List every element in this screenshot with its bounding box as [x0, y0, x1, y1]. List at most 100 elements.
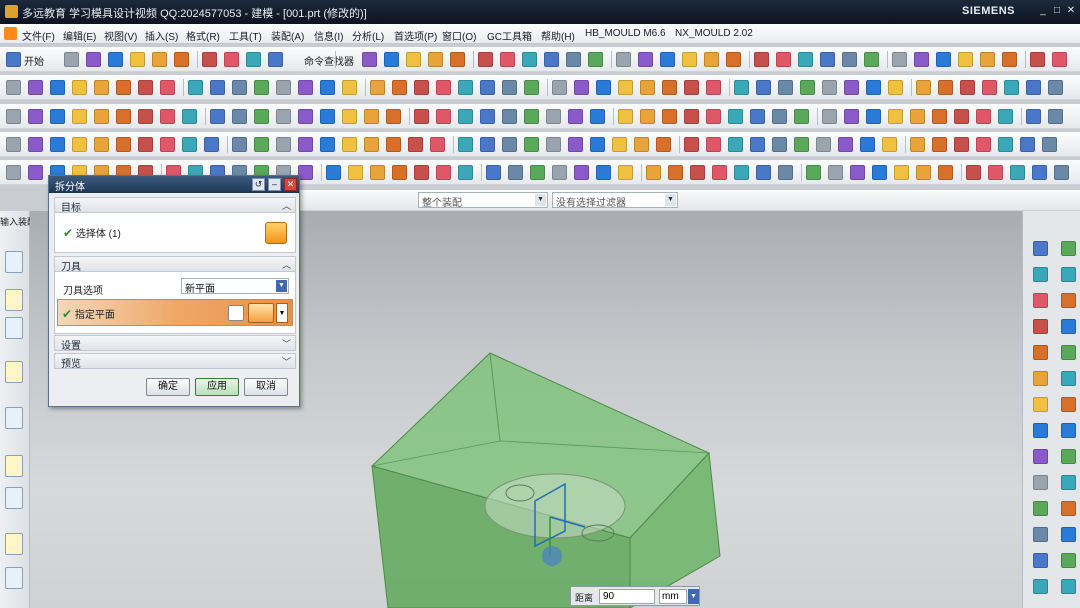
toolbar-tool-icon[interactable] [480, 109, 495, 124]
toolbar-tool-icon[interactable] [414, 80, 429, 95]
toolbar-tool-icon[interactable] [298, 109, 313, 124]
toolbar-tool-icon[interactable] [480, 137, 495, 152]
toolbar-tool-icon[interactable] [386, 109, 401, 124]
toolbar-tool-icon[interactable] [842, 52, 857, 67]
mold-tool-icon[interactable] [1033, 293, 1048, 308]
toolbar-tool-icon[interactable] [574, 80, 589, 95]
toolbar-tool-icon[interactable] [756, 165, 771, 180]
mold-tool-icon[interactable] [1061, 371, 1076, 386]
mold-tool-icon[interactable] [1061, 553, 1076, 568]
toolbar-tool-icon[interactable] [386, 137, 401, 152]
command-finder-label[interactable]: 命令查找器 [304, 53, 354, 68]
toolbar-tool-icon[interactable] [502, 109, 517, 124]
chevron-down-icon[interactable]: ▼ [276, 280, 287, 292]
mold-tool-icon[interactable] [1033, 579, 1048, 594]
toolbar-tool-icon[interactable] [406, 52, 421, 67]
toolbar-tool-icon[interactable] [794, 137, 809, 152]
tool-option-dropdown[interactable]: 新平面 ▼ [181, 278, 289, 295]
tool-section-header[interactable]: 刀具 ︿ [54, 256, 296, 273]
toolbar-tool-icon[interactable] [662, 80, 677, 95]
toolbar-tool-icon[interactable] [522, 52, 537, 67]
toolbar-tool-icon[interactable] [618, 109, 633, 124]
toolbar-tool-icon[interactable] [414, 165, 429, 180]
mold-tool-icon[interactable] [1033, 501, 1048, 516]
toolbar-tool-icon[interactable] [998, 109, 1013, 124]
toolbar-tool-icon[interactable] [28, 137, 43, 152]
toolbar-tool-icon[interactable] [596, 80, 611, 95]
toolbar-tool-icon[interactable] [116, 80, 131, 95]
menu-hb-mould[interactable]: HB_MOULD M6.6 [585, 28, 666, 39]
toolbar-tool-icon[interactable] [524, 80, 539, 95]
toolbar-tool-icon[interactable] [6, 80, 21, 95]
navigator-tab-icon[interactable] [5, 289, 23, 311]
toolbar-tool-icon[interactable] [866, 109, 881, 124]
toolbar-tool-icon[interactable] [6, 137, 21, 152]
chevron-down-icon[interactable]: ﹀ [282, 355, 291, 368]
filter-combo[interactable]: 整个装配 ▼ [418, 192, 548, 209]
toolbar-tool-icon[interactable] [160, 109, 175, 124]
toolbar-tool-icon[interactable] [706, 137, 721, 152]
toolbar-tool-icon[interactable] [916, 80, 931, 95]
toolbar-tool-icon[interactable] [756, 80, 771, 95]
mold-tool-icon[interactable] [1033, 397, 1048, 412]
chevron-up-icon[interactable]: ︿ [282, 199, 291, 212]
toolbar-tool-icon[interactable] [1026, 80, 1041, 95]
toolbar-tool-icon[interactable] [298, 165, 313, 180]
mold-tool-icon[interactable] [1061, 449, 1076, 464]
mold-tool-icon[interactable] [1061, 397, 1076, 412]
toolbar-tool-icon[interactable] [28, 165, 43, 180]
chevron-down-icon[interactable]: ﹀ [282, 337, 291, 350]
toolbar-tool-icon[interactable] [210, 80, 225, 95]
toolbar-tool-icon[interactable] [130, 52, 145, 67]
toolbar-tool-icon[interactable] [232, 109, 247, 124]
toolbar-tool-icon[interactable] [116, 137, 131, 152]
toolbar-tool-icon[interactable] [428, 52, 443, 67]
toolbar-tool-icon[interactable] [684, 109, 699, 124]
toolbar-tool-icon[interactable] [820, 52, 835, 67]
toolbar-tool-icon[interactable] [728, 109, 743, 124]
chevron-down-icon[interactable]: ▼ [535, 194, 546, 206]
toolbar-tool-icon[interactable] [1030, 52, 1045, 67]
toolbar-tool-icon[interactable] [232, 80, 247, 95]
toolbar-tool-icon[interactable] [638, 52, 653, 67]
mold-tool-icon[interactable] [1061, 475, 1076, 490]
toolbar-tool-icon[interactable] [436, 109, 451, 124]
mold-tool-icon[interactable] [1061, 267, 1076, 282]
toolbar-tool-icon[interactable] [932, 137, 947, 152]
toolbar-tool-icon[interactable] [1054, 165, 1069, 180]
mold-part[interactable] [484, 473, 626, 539]
toolbar-tool-icon[interactable] [160, 137, 175, 152]
toolbar-tool-icon[interactable] [72, 137, 87, 152]
start-icon[interactable] [6, 52, 21, 67]
toolbar-tool-icon[interactable] [864, 52, 879, 67]
toolbar-tool-icon[interactable] [778, 80, 793, 95]
reset-icon[interactable]: ↺ [252, 178, 265, 191]
toolbar-tool-icon[interactable] [6, 165, 21, 180]
toolbar-tool-icon[interactable] [392, 165, 407, 180]
toolbar-tool-icon[interactable] [936, 52, 951, 67]
toolbar-tool-icon[interactable] [932, 109, 947, 124]
toolbar-tool-icon[interactable] [450, 52, 465, 67]
toolbar-tool-icon[interactable] [364, 109, 379, 124]
toolbar-tool-icon[interactable] [1048, 109, 1063, 124]
mold-tool-icon[interactable] [1033, 553, 1048, 568]
toolbar-tool-icon[interactable] [776, 52, 791, 67]
toolbar-tool-icon[interactable] [866, 80, 881, 95]
toolbar-tool-icon[interactable] [682, 52, 697, 67]
toolbar-tool-icon[interactable] [298, 80, 313, 95]
toolbar-tool-icon[interactable] [618, 165, 633, 180]
toolbar-tool-icon[interactable] [640, 80, 655, 95]
toolbar-tool-icon[interactable] [458, 80, 473, 95]
toolbar-tool-icon[interactable] [50, 80, 65, 95]
toolbar-tool-icon[interactable] [224, 52, 239, 67]
toolbar-tool-icon[interactable] [844, 109, 859, 124]
toolbar-tool-icon[interactable] [634, 137, 649, 152]
toolbar-tool-icon[interactable] [954, 137, 969, 152]
toolbar-tool-icon[interactable] [1042, 137, 1057, 152]
toolbar-tool-icon[interactable] [524, 137, 539, 152]
toolbar-tool-icon[interactable] [552, 80, 567, 95]
mold-tool-icon[interactable] [1033, 319, 1048, 334]
mold-tool-icon[interactable] [1033, 267, 1048, 282]
toolbar-tool-icon[interactable] [254, 80, 269, 95]
menu-assemblies[interactable]: 装配(A) [271, 28, 304, 43]
